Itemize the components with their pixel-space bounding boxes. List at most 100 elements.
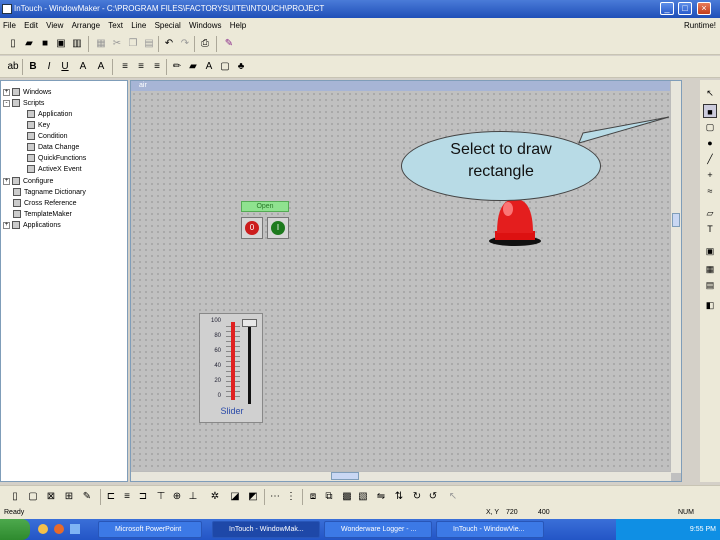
horizontal-scrollbar[interactable] [131,471,671,481]
clock[interactable]: 9:55 PM [690,526,716,533]
align-middle-icon[interactable]: ⊕ [170,490,184,504]
maximize-button[interactable]: □ [678,2,692,15]
tree-item-activex-event[interactable]: ActiveX Event [27,164,82,175]
menu-help[interactable]: Help [227,18,249,33]
menu-text[interactable]: Text [105,18,126,33]
tree-item-condition[interactable]: Condition [27,131,68,142]
vertical-scroll-thumb[interactable] [672,213,680,227]
tree-item-templatemaker[interactable]: TemplateMaker [13,209,72,220]
make-symbol-icon[interactable]: ▩ [340,490,354,504]
wizard-tool-icon[interactable]: ◧ [703,298,717,312]
symbol-icon[interactable]: ▤ [703,278,717,292]
font-up-icon[interactable]: A [76,60,90,74]
align-center-objects-icon[interactable]: ≡ [120,490,134,504]
break-symbol-icon[interactable]: ▧ [356,490,370,504]
close-window-icon[interactable]: ▥ [70,37,84,51]
taskbar-item-windowmaker[interactable]: InTouch - WindowMak... [212,521,320,538]
runtime-switch[interactable]: Runtime! [684,18,716,33]
wizard-icon[interactable]: ✎ [222,37,236,51]
expand-icon[interactable]: + [3,88,10,96]
tree-item-cross-reference[interactable]: Cross Reference [13,198,77,209]
rotate-ccw-icon[interactable]: ↺ [426,490,440,504]
new-icon[interactable]: ▯ [6,37,20,51]
polyline-icon[interactable]: ≈ [703,184,717,198]
toggle-grid-icon[interactable]: ▢ [26,490,40,504]
align-centers-icon[interactable]: ✲ [208,490,222,504]
start-button[interactable]: I [267,217,289,239]
paste-icon[interactable]: ▤ [142,37,156,51]
alarm-light-icon[interactable] [487,195,543,247]
text-tool-icon[interactable]: T [703,222,717,236]
full-screen-icon[interactable]: ▯ [8,490,22,504]
fill-color-icon[interactable]: ▰ [186,60,200,74]
menu-special[interactable]: Special [152,18,184,33]
edit-pencil-icon[interactable]: ✎ [80,490,94,504]
stop-button[interactable]: 0 [241,217,263,239]
open-folder-icon[interactable]: ▰ [22,37,36,51]
tree-item-applications[interactable]: + Applications [3,220,61,231]
disabled-pointer-icon[interactable]: ↖ [446,490,460,504]
tree-item-scripts[interactable]: - Scripts [3,98,44,109]
line-color-icon[interactable]: ✏ [170,60,184,74]
ellipse-icon[interactable]: ● [703,136,717,150]
rectangle-icon[interactable]: ■ [703,104,717,118]
tree-item-application[interactable]: Application [27,109,72,120]
tree-item-quickfunctions[interactable]: QuickFunctions [27,153,86,164]
font-down-icon[interactable]: A [94,60,108,74]
palette-icon[interactable]: ♣ [234,60,248,74]
tree-item-configure[interactable]: + Configure [3,176,53,187]
bitmap-icon[interactable]: ▣ [703,244,717,258]
vertical-scrollbar[interactable] [670,81,681,473]
align-left-icon[interactable]: ≡ [118,60,132,74]
tree-item-tagname-dictionary[interactable]: Tagname Dictionary [13,187,86,198]
collapse-icon[interactable]: - [3,99,10,107]
tree-item-windows[interactable]: + Windows [3,87,51,98]
bold-icon[interactable]: B [26,60,40,74]
menu-view[interactable]: View [43,18,66,33]
window-color-icon[interactable]: ▢ [218,60,232,74]
menu-edit[interactable]: Edit [21,18,41,33]
valve-status-label[interactable]: Open [241,201,289,212]
rounded-rectangle-icon[interactable]: ▢ [703,120,717,134]
tree-item-key[interactable]: Key [27,120,50,131]
rotate-cw-icon[interactable]: ↻ [410,490,424,504]
align-bottom-icon[interactable]: ⊥ [186,490,200,504]
print-icon[interactable]: ⎙ [198,37,212,51]
send-back-icon[interactable]: ◩ [246,490,260,504]
quicklaunch-ie-icon[interactable] [38,524,48,534]
tree-item-data-change[interactable]: Data Change [27,142,79,153]
align-center-icon[interactable]: ≡ [134,60,148,74]
flip-vertical-icon[interactable]: ⇅ [392,490,406,504]
slider-widget[interactable]: 100 80 60 40 20 0 Slider [199,313,263,423]
space-horizontal-icon[interactable]: ⋯ [268,490,282,504]
break-cell-icon[interactable]: ⧉ [322,490,336,504]
menu-arrange[interactable]: Arrange [69,18,103,33]
save-icon[interactable]: ▣ [54,37,68,51]
taskbar-item-logger[interactable]: Wonderware Logger - ... [324,521,432,538]
hv-line-icon[interactable]: + [703,168,717,182]
make-cell-icon[interactable]: ⧈ [306,490,320,504]
slider-thumb[interactable] [242,319,257,327]
reshape-icon[interactable]: ⊞ [62,490,76,504]
copy-bitmap-icon[interactable]: ▦ [94,37,108,51]
close-button[interactable]: × [697,2,711,15]
copy-icon[interactable]: ❐ [126,37,140,51]
start-button-icon[interactable] [0,519,30,540]
space-vertical-icon[interactable]: ⋮ [284,490,298,504]
cut-icon[interactable]: ✂ [110,37,124,51]
quicklaunch-desktop-icon[interactable] [70,524,80,534]
align-left-objects-icon[interactable]: ⊏ [104,490,118,504]
horizontal-scroll-thumb[interactable] [331,472,359,480]
redo-icon[interactable]: ↷ [178,37,192,51]
align-right-icon[interactable]: ≡ [150,60,164,74]
minimize-button[interactable]: _ [660,2,674,15]
align-right-objects-icon[interactable]: ⊐ [136,490,150,504]
pointer-icon[interactable]: ↖ [703,86,717,100]
line-icon[interactable]: ╱ [703,152,717,166]
expand-icon[interactable]: + [3,221,10,229]
text-color-icon[interactable]: A [202,60,216,74]
select-all-icon[interactable]: ⊠ [44,490,58,504]
align-top-icon[interactable]: ⊤ [154,490,168,504]
undo-icon[interactable]: ↶ [162,37,176,51]
taskbar-item-powerpoint[interactable]: Microsoft PowerPoint [98,521,202,538]
